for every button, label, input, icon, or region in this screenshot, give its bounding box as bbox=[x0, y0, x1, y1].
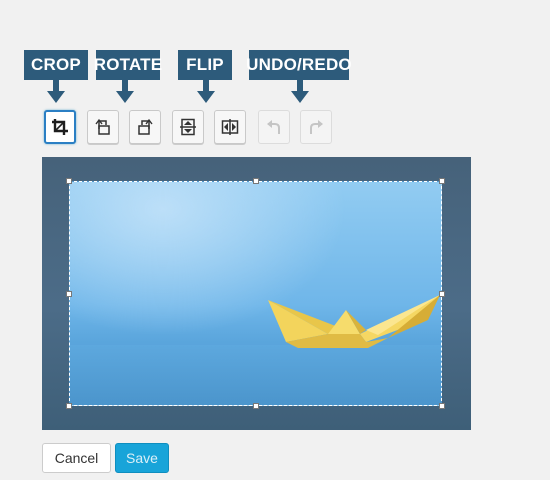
rotate-callout: ROTATE bbox=[94, 50, 162, 80]
crop-arrow-icon bbox=[47, 80, 65, 103]
crop-handle-bottom[interactable] bbox=[253, 403, 259, 409]
redo-icon bbox=[310, 120, 323, 134]
paper-boat-image bbox=[268, 295, 440, 348]
undo-button[interactable] bbox=[258, 110, 290, 144]
crop-handle-bottom-left[interactable] bbox=[66, 403, 72, 409]
redo-button[interactable] bbox=[300, 110, 332, 144]
rotate-right-button[interactable] bbox=[129, 110, 161, 144]
flip-vertical-button[interactable] bbox=[172, 110, 204, 144]
crop-icon bbox=[52, 119, 68, 135]
crop-handle-right[interactable] bbox=[439, 291, 445, 297]
undo-redo-arrow-icon bbox=[291, 80, 309, 103]
rotate-left-icon bbox=[95, 118, 110, 135]
rotate-arrow-icon bbox=[116, 80, 134, 103]
crop-selection[interactable] bbox=[69, 181, 442, 406]
save-button[interactable]: Save bbox=[115, 443, 169, 473]
crop-handle-top-right[interactable] bbox=[439, 178, 445, 184]
crop-handle-left[interactable] bbox=[66, 291, 72, 297]
undo-redo-callout: UNDO/REDO bbox=[246, 50, 352, 80]
flip-horizontal-button[interactable] bbox=[214, 110, 246, 144]
undo-icon bbox=[267, 120, 280, 134]
cancel-button[interactable]: Cancel bbox=[42, 443, 111, 473]
crop-callout: CROP bbox=[24, 50, 88, 80]
image-editor-canvas[interactable] bbox=[42, 157, 471, 430]
crop-handle-top[interactable] bbox=[253, 178, 259, 184]
rotate-right-icon bbox=[138, 118, 153, 135]
water-surface bbox=[70, 345, 441, 405]
flip-callout: FLIP bbox=[178, 50, 232, 80]
flip-horizontal-icon bbox=[221, 119, 239, 135]
rotate-left-button[interactable] bbox=[87, 110, 119, 144]
flip-vertical-icon bbox=[180, 118, 196, 136]
crop-handle-bottom-right[interactable] bbox=[439, 403, 445, 409]
crop-button[interactable] bbox=[44, 110, 76, 144]
flip-arrow-icon bbox=[197, 80, 215, 103]
crop-handle-top-left[interactable] bbox=[66, 178, 72, 184]
